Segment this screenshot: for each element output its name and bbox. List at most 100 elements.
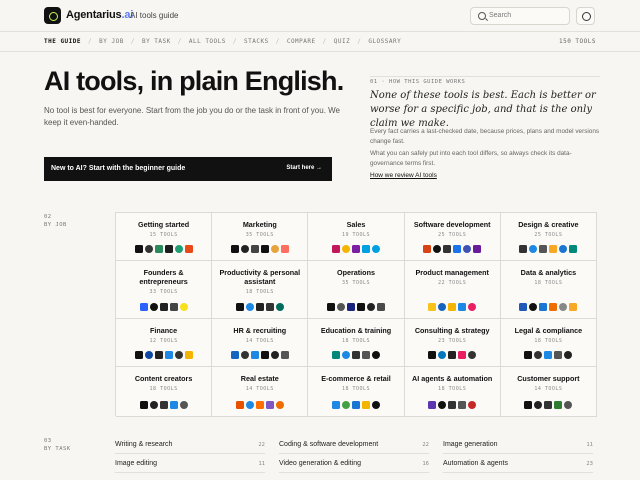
nav-item-glossary[interactable]: GLOSSARY [368, 38, 408, 45]
howto-paragraph-1: Every fact carries a last-checked date, … [370, 128, 600, 145]
tool-icons [405, 245, 500, 253]
tool-icons [116, 351, 211, 359]
job-tool-count: 19 TOOLS [341, 232, 371, 238]
job-card[interactable]: Customer support 14 TOOLS [500, 367, 597, 417]
review-method-link[interactable]: How we review AI tools [370, 172, 437, 179]
job-tool-count: 25 TOOLS [534, 232, 563, 238]
nav-item-by-task[interactable]: BY TASK [142, 38, 178, 45]
howto-label: 01 · HOW THIS GUIDE WORKS [370, 79, 466, 85]
job-card[interactable]: Design & creative 25 TOOLS [500, 213, 597, 261]
job-card[interactable]: Real estate 14 TOOLS [212, 367, 309, 417]
tool-logo-icon [336, 303, 345, 311]
job-name: Consulting & strategy [414, 326, 490, 335]
tool-logo-icon [371, 245, 380, 253]
task-item[interactable]: Automation & agents 23 [443, 460, 593, 467]
task-item[interactable]: Image editing 11 [115, 460, 265, 467]
tool-logo-icon [230, 245, 239, 253]
job-card[interactable]: HR & recruiting 14 TOOLS [212, 319, 309, 367]
task-item[interactable]: Coding & software development 22 [279, 441, 429, 448]
nav-item-by-job[interactable]: BY JOB [99, 38, 131, 45]
job-card[interactable]: Product management 22 TOOLS [404, 261, 501, 319]
nav-item-the-guide[interactable]: THE GUIDE [44, 38, 88, 45]
job-tool-count: 33 TOOLS [149, 289, 178, 295]
tool-logo-icon [519, 245, 528, 253]
tool-logo-icon [169, 401, 178, 409]
logo-icon[interactable] [44, 7, 61, 24]
job-card[interactable]: Getting started 15 TOOLS [116, 213, 213, 261]
tool-logo-icon [235, 401, 244, 409]
job-name: Real estate [240, 374, 279, 383]
search-input[interactable]: Search [470, 7, 570, 25]
tool-logo-icon [569, 245, 578, 253]
tool-logo-icon [341, 245, 350, 253]
tool-logo-icon [331, 401, 340, 409]
section-title: BY JOB [44, 222, 67, 228]
job-card[interactable]: AI agents & automation 18 TOOLS [404, 367, 501, 417]
task-count: 11 [258, 461, 265, 467]
beginner-guide-button[interactable]: New to AI? Start with the beginner guide… [44, 157, 332, 181]
tool-logo-icon [255, 303, 264, 311]
tool-logo-icon [154, 245, 163, 253]
job-card[interactable]: Marketing 35 TOOLS [212, 213, 309, 261]
task-name: Writing & research [115, 441, 173, 448]
brand-name: Agentarius [66, 9, 122, 21]
nav-item-stacks[interactable]: STACKS [244, 38, 276, 45]
job-name: Productivity & personal assistant [219, 268, 301, 286]
job-card[interactable]: Consulting & strategy 23 TOOLS [404, 319, 501, 367]
tool-logo-icon [351, 351, 360, 359]
tool-logo-icon [139, 401, 148, 409]
task-item[interactable]: Image generation 11 [443, 441, 593, 448]
job-card[interactable]: Finance 12 TOOLS [116, 319, 213, 367]
job-card[interactable]: E-commerce & retail 18 TOOLS [308, 367, 405, 417]
job-tool-count: 14 TOOLS [245, 338, 274, 344]
tool-logo-icon [453, 245, 462, 253]
tool-logo-icon [448, 351, 457, 359]
tool-icons [405, 351, 500, 359]
job-card[interactable]: Data & analytics 18 TOOLS [500, 261, 597, 319]
nav-item-quiz[interactable]: QUIZ [334, 38, 357, 45]
nav-separator: / [322, 38, 327, 45]
nav-item-all-tools[interactable]: ALL TOOLS [189, 38, 233, 45]
tool-logo-icon [549, 245, 558, 253]
tool-logo-icon [524, 351, 533, 359]
job-name: E-commerce & retail [321, 374, 391, 383]
tool-icons [405, 401, 500, 409]
job-name: Customer support [517, 374, 580, 383]
job-tool-count: 35 TOOLS [245, 232, 274, 238]
section-label-by-task: 03 BY TASK [44, 437, 71, 453]
tool-logo-icon [539, 245, 548, 253]
brand-logo[interactable]: Agentarius.ai [66, 9, 133, 21]
tool-logo-icon [144, 351, 153, 359]
tool-logo-icon [529, 245, 538, 253]
tool-logo-icon [428, 401, 437, 409]
tool-icons [212, 303, 307, 311]
job-card[interactable]: Content creators 18 TOOLS [116, 367, 213, 417]
tool-icons [212, 351, 307, 359]
tool-logo-icon [564, 351, 573, 359]
tool-logo-icon [341, 401, 350, 409]
task-item[interactable]: Video generation & editing 16 [279, 460, 429, 467]
job-name: Data & analytics [520, 268, 577, 277]
job-card[interactable]: Sales 19 TOOLS [308, 213, 405, 261]
job-card[interactable]: Founders & entrepreneurs 33 TOOLS [116, 261, 213, 319]
theme-toggle-button[interactable] [576, 7, 595, 25]
tool-logo-icon [438, 303, 447, 311]
job-card[interactable]: Legal & compliance 18 TOOLS [500, 319, 597, 367]
tool-logo-icon [260, 245, 269, 253]
tool-count: 150 TOOLS [558, 38, 596, 45]
job-card[interactable]: Operations 35 TOOLS [308, 261, 405, 319]
nav-item-compare[interactable]: COMPARE [287, 38, 323, 45]
job-card[interactable]: Productivity & personal assistant 18 TOOL… [212, 261, 309, 319]
tool-logo-icon [159, 303, 168, 311]
tool-logo-icon [331, 245, 340, 253]
job-card[interactable]: Education & training 18 TOOLS [308, 319, 405, 367]
tool-logo-icon [356, 303, 365, 311]
hero-description: No tool is best for everyone. Start from… [44, 106, 340, 127]
tool-logo-icon [139, 303, 148, 311]
search-placeholder: Search [489, 12, 512, 19]
task-item[interactable]: Writing & research 22 [115, 441, 265, 448]
task-name: Coding & software development [279, 441, 379, 448]
job-card[interactable]: Software development 25 TOOLS [404, 213, 501, 261]
job-grid: Getting started 15 TOOLS Marketing 35 TOOLS… [115, 212, 597, 417]
job-name: Product management [415, 268, 489, 277]
